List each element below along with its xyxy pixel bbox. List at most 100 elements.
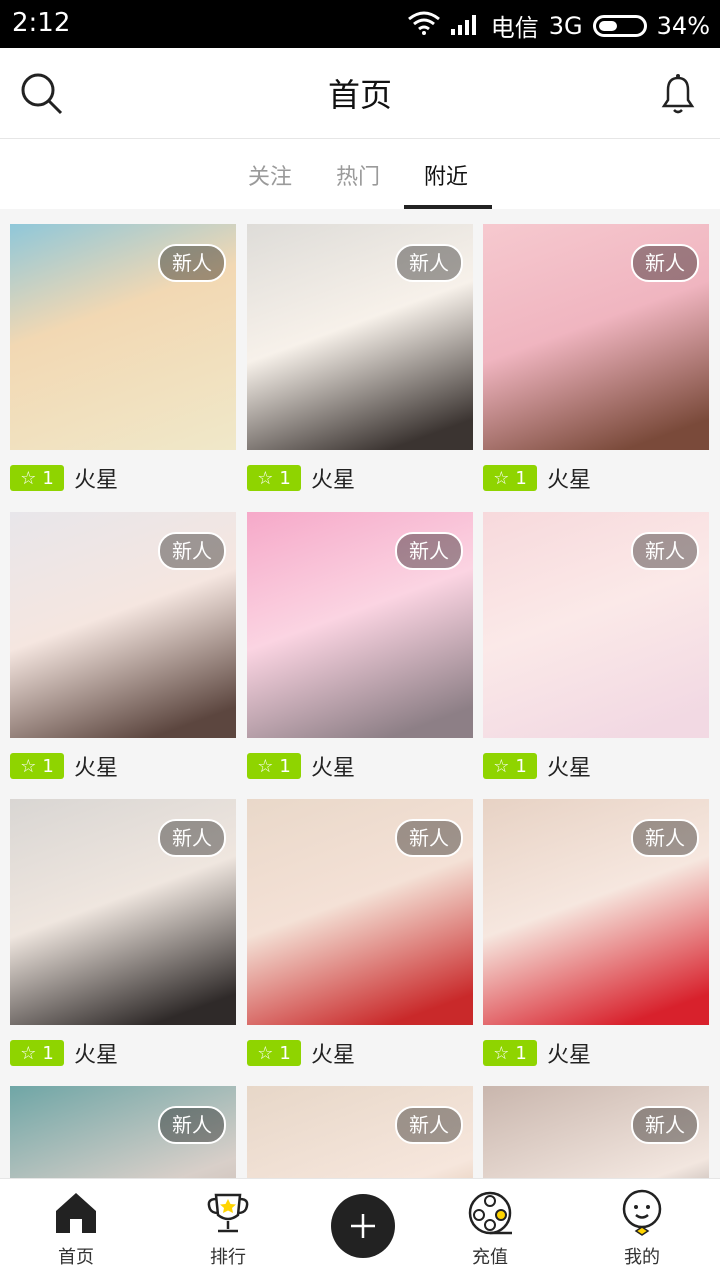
user-name: 火星 [311,1043,356,1068]
new-badge: 新人 [631,819,699,857]
level-badge: ☆ 1 [247,465,301,491]
level-badge: ☆ 1 [483,465,537,491]
user-photo: 新人 [10,224,236,450]
new-badge: 新人 [158,819,226,857]
user-card[interactable]: 新人 ☆ 1 火星 [10,512,236,781]
user-meta: ☆ 1 火星 [10,750,118,782]
user-photo: 新人 [483,224,709,450]
user-card[interactable]: 新人 ☆ 1 火星 [10,224,236,493]
profile-icon [622,1189,662,1236]
star-icon: ☆ [493,1042,510,1064]
new-badge: 新人 [631,1106,699,1144]
home-icon [56,1193,96,1233]
nav-ranking[interactable]: 排行 [168,1187,288,1269]
star-icon: ☆ [257,1042,274,1064]
user-card[interactable]: 新人 ☆ 1 火星 [483,512,709,781]
new-badge: 新人 [158,1106,226,1144]
user-meta: ☆ 1 火星 [247,1037,355,1069]
level-badge: ☆ 1 [247,1040,301,1066]
user-name: 火星 [311,468,356,493]
user-name: 火星 [547,756,592,781]
star-icon: ☆ [493,755,510,777]
user-meta: ☆ 1 火星 [247,462,355,494]
user-name: 火星 [547,1043,592,1068]
level-badge: ☆ 1 [10,465,64,491]
tab-following[interactable]: 关注 [248,159,292,191]
star-icon: ☆ [20,467,37,489]
user-photo: 新人 [483,512,709,738]
new-badge: 新人 [631,244,699,282]
wifi-icon [407,11,441,41]
level-badge: ☆ 1 [247,753,301,779]
level-badge: ☆ 1 [483,1040,537,1066]
user-meta: ☆ 1 火星 [483,1037,591,1069]
user-card[interactable]: 新人 [483,1086,709,1179]
user-name: 火星 [547,468,592,493]
notification-button[interactable] [654,70,702,118]
active-tab-indicator [404,205,492,209]
bottom-nav: 首页 排行 充值 我的 [0,1178,720,1281]
user-meta: ☆ 1 火星 [10,462,118,494]
create-button[interactable] [331,1194,395,1258]
app-header: 首页 [0,48,720,139]
user-card[interactable]: 新人 ☆ 1 火星 [247,224,473,493]
status-right: 电信 3G 34% [407,8,710,43]
user-card[interactable]: 新人 ☆ 1 火星 [247,512,473,781]
user-name: 火星 [74,468,119,493]
new-badge: 新人 [395,244,463,282]
trophy-icon [207,1193,249,1233]
user-meta: ☆ 1 火星 [483,462,591,494]
nav-profile-label: 我的 [624,1247,660,1268]
network-label: 3G [548,11,583,40]
tab-nearby[interactable]: 附近 [424,159,468,191]
tab-hot[interactable]: 热门 [336,159,380,191]
user-card[interactable]: 新人 ☆ 1 火星 [10,799,236,1068]
user-name: 火星 [311,756,356,781]
new-badge: 新人 [631,532,699,570]
nav-ranking-label: 排行 [210,1247,246,1268]
film-reel-icon [468,1191,512,1235]
user-card[interactable]: 新人 [10,1086,236,1179]
nav-home[interactable]: 首页 [16,1187,136,1269]
level-badge: ☆ 1 [483,753,537,779]
nav-recharge[interactable]: 充值 [430,1187,550,1269]
level-badge: ☆ 1 [10,1040,64,1066]
bell-icon [661,74,695,114]
level-badge: ☆ 1 [10,753,64,779]
new-badge: 新人 [395,1106,463,1144]
user-card[interactable]: 新人 ☆ 1 火星 [247,799,473,1068]
user-photo: 新人 [247,512,473,738]
user-name: 火星 [74,1043,119,1068]
status-bar: 2:12 电信 3G 34% [0,0,720,48]
new-badge: 新人 [395,532,463,570]
user-photo: 新人 [10,512,236,738]
user-photo: 新人 [247,224,473,450]
carrier-label: 电信 [490,14,539,42]
status-time: 2:12 [12,8,71,38]
new-badge: 新人 [158,244,226,282]
star-icon: ☆ [257,467,274,489]
user-grid: 新人 ☆ 1 火星 新人 ☆ 1 火星 新人 ☆ 1 火星 新人 ☆ 1 火星 新人 ☆… [10,224,712,1179]
tab-bar: 关注 热门 附近 [0,139,720,209]
user-meta: ☆ 1 火星 [483,750,591,782]
user-card[interactable]: 新人 ☆ 1 火星 [483,224,709,493]
battery-icon [592,14,647,37]
new-badge: 新人 [395,819,463,857]
nav-profile[interactable]: 我的 [582,1187,702,1269]
battery-percent: 34% [656,11,710,40]
star-icon: ☆ [493,467,510,489]
user-photo: 新人 [247,1086,473,1179]
star-icon: ☆ [257,755,274,777]
nav-home-label: 首页 [58,1247,94,1268]
star-icon: ☆ [20,755,37,777]
user-photo: 新人 [10,799,236,1025]
user-photo: 新人 [483,799,709,1025]
user-card[interactable]: 新人 ☆ 1 火星 [483,799,709,1068]
user-photo: 新人 [247,799,473,1025]
user-photo: 新人 [10,1086,236,1179]
user-meta: ☆ 1 火星 [247,750,355,782]
page-title: 首页 [327,76,392,114]
user-name: 火星 [74,756,119,781]
user-card[interactable]: 新人 [247,1086,473,1179]
star-icon: ☆ [20,1042,37,1064]
